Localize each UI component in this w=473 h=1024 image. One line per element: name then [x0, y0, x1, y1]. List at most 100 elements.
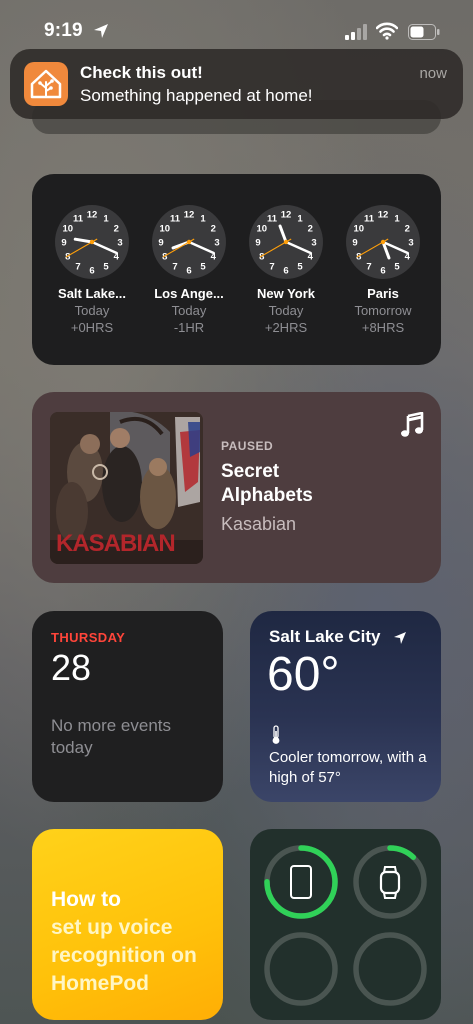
album-art[interactable]: KASABIAN	[50, 412, 203, 564]
clock-numeral: 9	[352, 238, 357, 249]
tips-widget[interactable]: How to set up voice recognition on HomeP…	[32, 829, 223, 1020]
weather-forecast: Cooler tomorrow, with a high of 57°	[269, 749, 427, 786]
iphone-icon	[290, 865, 312, 899]
clock-numeral: 11	[170, 213, 181, 224]
battery-ring	[264, 845, 338, 919]
clock-offset: +0HRS	[70, 320, 114, 335]
clock-numeral: 11	[73, 213, 84, 224]
tip-text: How to set up voice recognition on HomeP…	[51, 886, 221, 998]
clock-numeral: 12	[378, 210, 389, 221]
notification-time: now	[419, 65, 447, 82]
thermometer-icon	[272, 725, 280, 744]
clock-numeral: 2	[114, 224, 119, 235]
clock-offset: +8HRS	[361, 320, 405, 335]
clock-new-york: 12 1 2 3 4 5 6 7 8 9 10 11 New York Today +2HRS	[248, 204, 324, 335]
clock-numeral: 2	[405, 224, 410, 235]
clock-los-angeles: 12 1 2 3 4 5 6 7 8 9 10 11 Los Ange... Today -1HR	[151, 204, 227, 335]
clock-numeral: 10	[159, 224, 170, 235]
clock-numeral: 7	[75, 262, 80, 273]
song-artist: Kasabian	[221, 514, 297, 534]
clock-numeral: 11	[267, 213, 278, 224]
clock-numeral: 7	[366, 262, 371, 273]
clock-numeral: 3	[311, 238, 316, 249]
clock-city: New York	[256, 286, 316, 301]
clock-day: Today	[171, 303, 207, 318]
notification-body: Something happened at home!	[80, 86, 313, 105]
clock-numeral: 10	[256, 224, 267, 235]
battery-ring	[353, 932, 427, 1006]
clock-numeral: 6	[89, 266, 94, 277]
clock-offset: -1HR	[173, 320, 205, 335]
clock-numeral: 3	[214, 238, 219, 249]
clock-numeral: 8	[65, 252, 70, 263]
notification-banner[interactable]: Check this out! Something happened at ho…	[10, 49, 463, 119]
clock-numeral: 2	[308, 224, 313, 235]
clock-center-pin	[283, 239, 289, 245]
clock-numeral: 9	[158, 238, 163, 249]
clock-face: 12 1234567891011	[152, 205, 226, 279]
clock-numeral: 8	[162, 252, 167, 263]
calendar-widget[interactable]: THURSDAY 28 No more events today	[32, 611, 223, 802]
music-widget[interactable]: KASABIAN PAUSED Secret Alphabets Kasabia…	[32, 392, 441, 583]
location-arrow-icon	[394, 632, 406, 644]
clock-numeral: 7	[172, 262, 177, 273]
music-note-icon[interactable]	[400, 412, 424, 438]
weather-temperature: 60°	[267, 648, 340, 701]
battery-ring-empty	[352, 931, 428, 1007]
clock-numeral: 12	[281, 210, 292, 221]
clock-city: Paris	[367, 286, 399, 301]
clock-face: 12 1234567891011	[55, 205, 129, 279]
battery-ring	[353, 845, 427, 919]
clock-numeral: 8	[356, 252, 361, 263]
battery-ring	[264, 932, 338, 1006]
cellular-signal-icon	[345, 24, 367, 40]
status-time: 9:19	[44, 20, 83, 41]
clock-face: 12 1234567891011	[346, 205, 420, 279]
clock-city: Los Ange...	[154, 286, 224, 301]
battery-icon	[408, 24, 440, 40]
clock-numeral: 9	[255, 238, 260, 249]
clock-numeral: 8	[259, 252, 264, 263]
tip-line-1: How to	[51, 888, 121, 911]
clock-numeral: 1	[200, 213, 206, 224]
clock-center-pin	[89, 239, 95, 245]
clock-numeral: 9	[61, 238, 66, 249]
clock-numeral: 12	[87, 210, 98, 221]
clock-numeral: 11	[364, 213, 375, 224]
clock-center-pin	[186, 239, 192, 245]
clock-numeral: 5	[394, 262, 400, 273]
clock-numeral: 1	[394, 213, 400, 224]
playback-state: PAUSED	[221, 439, 274, 453]
clock-numeral: 10	[353, 224, 364, 235]
battery-ring-watch	[352, 844, 428, 920]
clock-day: Today	[74, 303, 110, 318]
world-clock-widget[interactable]: 12 1 2 3 4 5 6 7 8 9 10 11 Salt Lake... Today +0HRS…	[32, 174, 441, 365]
clock-numeral: 6	[283, 266, 288, 277]
clock-numeral: 5	[200, 262, 206, 273]
clock-paris: 12 1 2 3 4 5 6 7 8 9 10 11 Paris Tomorrow +8HRS	[345, 204, 421, 335]
battery-ring-track	[264, 932, 338, 1006]
clock-numeral: 1	[297, 213, 303, 224]
calendar-weekday: THURSDAY	[51, 630, 126, 645]
clock-center-pin	[380, 239, 386, 245]
clock-day: Tomorrow	[354, 303, 412, 318]
clock-numeral: 12	[184, 210, 195, 221]
wifi-icon	[376, 22, 398, 40]
clock-numeral: 6	[186, 266, 191, 277]
clock-numeral: 10	[62, 224, 73, 235]
clock-face: 12 1234567891011	[249, 205, 323, 279]
clock-numeral: 3	[408, 238, 413, 249]
calendar-date: 28	[51, 647, 92, 688]
weather-widget[interactable]: Salt Lake City 60° Cooler tomorrow, with…	[250, 611, 441, 802]
clock-numeral: 3	[117, 238, 122, 249]
location-arrow-icon	[94, 24, 108, 38]
clock-day: Today	[268, 303, 304, 318]
clock-numeral: 6	[380, 266, 385, 277]
clock-numeral: 5	[297, 262, 303, 273]
clock-offset: +2HRS	[264, 320, 308, 335]
clock-numeral: 5	[103, 262, 109, 273]
clock-numeral: 1	[103, 213, 109, 224]
clock-numeral: 2	[211, 224, 216, 235]
batteries-widget[interactable]	[250, 829, 441, 1020]
song-title: Secret Alphabets	[221, 461, 313, 506]
